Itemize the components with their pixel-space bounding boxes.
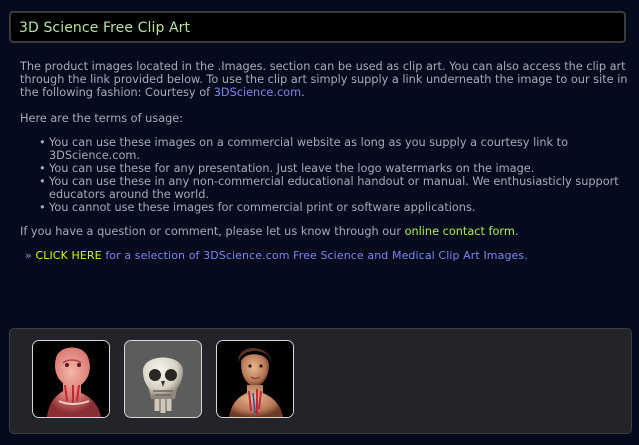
page-title: 3D Science Free Clip Art — [19, 20, 191, 36]
question-paragraph: If you have a question or comment, pleas… — [20, 225, 518, 238]
question-text: If you have a question or comment, pleas… — [20, 225, 405, 238]
question-suffix: . — [514, 225, 519, 238]
intro-text-end: . — [301, 86, 305, 99]
clip-art-link-line: » CLICK HERE for a selection of 3DScienc… — [25, 249, 528, 262]
term-text: You can use these images on a commercial… — [49, 136, 568, 162]
list-item: • You can use these in any non-commercial… — [20, 175, 635, 201]
bullet: • — [39, 175, 46, 188]
terms-heading: Here are the terms of usage: — [20, 112, 184, 125]
list-item: • You can use these images on a commercia… — [20, 136, 635, 162]
click-here-link[interactable]: CLICK HERE — [35, 249, 101, 262]
list-item: • You cannot use these images for commerc… — [20, 201, 635, 214]
list-item: • You can use these for any presentation.… — [20, 162, 635, 175]
term-text: You can use these in any non-commercial … — [49, 175, 619, 201]
term-text: You can use these for any presentation. … — [49, 162, 535, 175]
head-anatomy-image — [33, 341, 109, 417]
bullet: • — [39, 162, 46, 175]
3dscience-link[interactable]: 3DScience.com — [214, 86, 301, 99]
intro-text: The product images located in the .Image… — [20, 60, 628, 99]
head-anatomy-thumbnail[interactable] — [32, 340, 110, 418]
terms-list: • You can use these images on a commercia… — [20, 136, 635, 214]
face-anatomy-thumbnail[interactable] — [216, 340, 294, 418]
term-text: You cannot use these images for commerci… — [49, 201, 476, 214]
face-anatomy-image — [217, 341, 293, 417]
arrow-icon: » — [25, 249, 32, 262]
intro-paragraph: The product images located in the .Image… — [20, 60, 635, 99]
thumbnail-gallery — [9, 328, 632, 434]
title-bar: 3D Science Free Clip Art — [9, 11, 626, 43]
bullet: • — [39, 201, 46, 214]
bullet: • — [39, 136, 46, 149]
skull-thumbnail[interactable] — [124, 340, 202, 418]
skull-image — [125, 341, 201, 417]
contact-form-link[interactable]: online contact form — [405, 225, 515, 238]
clip-art-selection-link[interactable]: for a selection of 3DScience.com Free Sc… — [102, 249, 528, 262]
